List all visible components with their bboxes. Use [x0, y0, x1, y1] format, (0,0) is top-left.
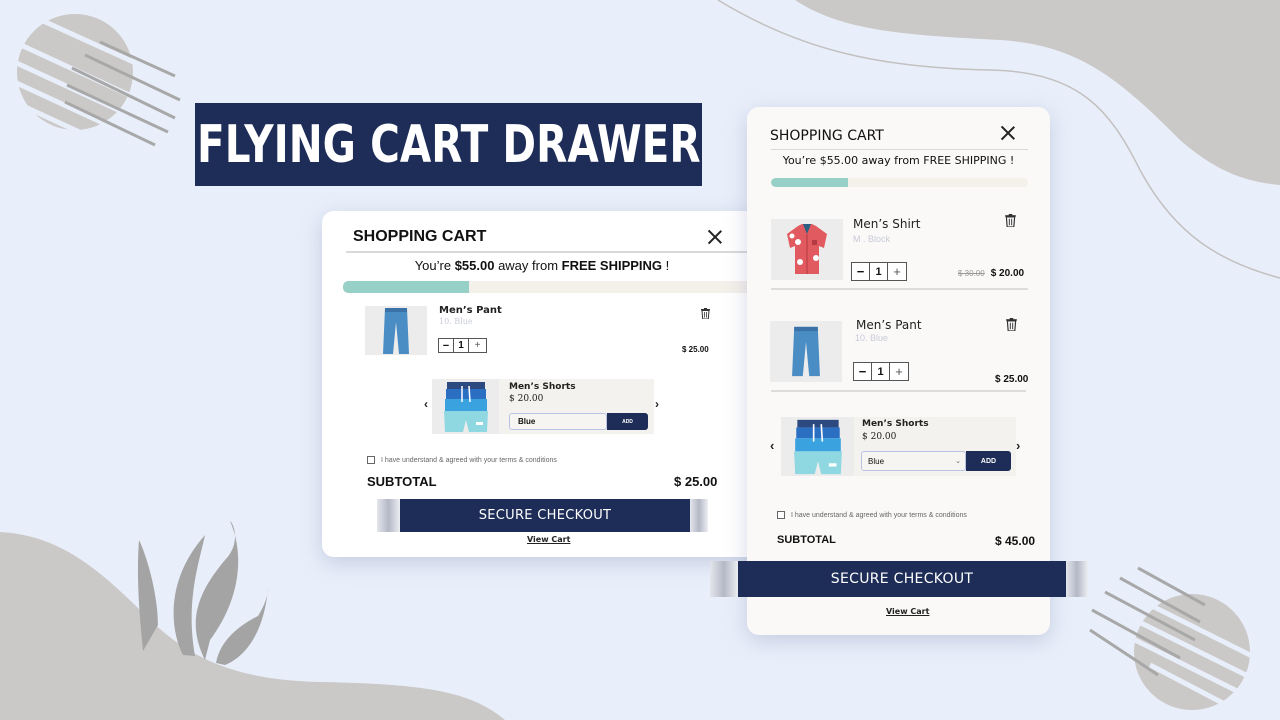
shipping-progress-bar: [771, 178, 1028, 187]
increase-button[interactable]: +: [469, 339, 486, 352]
banner-title-text: FLYING CART DRAWER: [196, 114, 701, 175]
item-price: $ 25.00: [682, 345, 709, 354]
shirt-image: [771, 219, 843, 280]
shorts-image: [432, 379, 499, 434]
upsell-next-button[interactable]: ›: [1016, 438, 1020, 453]
upsell-variant-select[interactable]: Blue ⌄: [861, 451, 966, 471]
shipping-progress-fill: [343, 281, 469, 293]
increase-button[interactable]: +: [890, 363, 908, 380]
cart-drawer-left: SHOPPING CART You’re $55.00 away from FR…: [322, 211, 762, 557]
banner-title: FLYING CART DRAWER: [195, 103, 702, 186]
terms-checkbox[interactable]: [367, 456, 375, 464]
upsell-name: Men’s Shorts: [509, 382, 576, 392]
item-old-price: $ 30.00: [958, 269, 985, 278]
upsell-card: Men’s Shorts $ 20.00 Blue ADD: [432, 379, 654, 434]
increase-button[interactable]: +: [888, 263, 906, 280]
close-icon[interactable]: [708, 230, 722, 244]
cart-title: SHOPPING CART: [770, 128, 884, 144]
upsell-next-button[interactable]: ›: [655, 397, 659, 411]
quantity-stepper[interactable]: − 1 +: [438, 338, 487, 353]
terms-checkbox-row[interactable]: I have understand & agreed with your ter…: [777, 511, 967, 519]
upsell-prev-button[interactable]: ‹: [424, 397, 428, 411]
quantity-value[interactable]: 1: [872, 363, 890, 380]
upsell-name: Men’s Shorts: [862, 419, 929, 429]
view-cart-link[interactable]: View Cart: [886, 607, 929, 616]
chevron-down-icon: ⌄: [955, 458, 961, 465]
cart-title: SHOPPING CART: [353, 228, 487, 245]
upsell-add-button[interactable]: ADD: [966, 451, 1011, 471]
shipping-progress-bar: [343, 281, 762, 293]
quantity-stepper[interactable]: − 1 +: [851, 262, 907, 281]
quantity-value[interactable]: 1: [454, 339, 469, 352]
item-sale-price: $ 20.00: [990, 268, 1025, 279]
subtotal-value: $ 25.00: [674, 474, 718, 489]
cart-drawer-right: SHOPPING CART You’re $55.00 away from FR…: [747, 107, 1050, 635]
item-variant: 10. Blue: [439, 317, 473, 326]
upsell-price: $ 20.00: [862, 432, 897, 442]
decrease-button[interactable]: −: [852, 263, 870, 280]
item-name: Men’s Pant: [439, 305, 502, 316]
terms-checkbox-row[interactable]: I have understand & agreed with your ter…: [367, 456, 557, 464]
quantity-value[interactable]: 1: [870, 263, 888, 280]
upsell-variant-select[interactable]: Blue: [509, 413, 607, 430]
subtotal-label: SUBTOTAL: [367, 474, 437, 489]
free-shipping-message: You’re $55.00 away from FREE SHIPPING !: [782, 154, 1015, 167]
pants-image: [365, 306, 427, 355]
shorts-image: [781, 417, 854, 476]
upsell-prev-button[interactable]: ‹: [770, 438, 774, 453]
shipping-progress-fill: [771, 178, 849, 187]
item-price: $ 25.00: [995, 374, 1029, 385]
secure-checkout-label[interactable]: SECURE CHECKOUT: [400, 499, 690, 532]
secure-checkout-button[interactable]: SECURE CHECKOUT: [377, 499, 708, 532]
item-name: Men’s Shirt: [853, 217, 921, 231]
trash-icon[interactable]: [1006, 318, 1017, 331]
upsell-card: Men’s Shorts $ 20.00 Blue ⌄ ADD: [781, 417, 1016, 476]
top-left-striped-circle: [8, 12, 181, 163]
trash-icon[interactable]: [1005, 214, 1016, 227]
item-divider: [771, 390, 1026, 392]
free-shipping-message: You’re $55.00 away from FREE SHIPPING !: [414, 258, 670, 273]
terms-checkbox[interactable]: [777, 511, 785, 519]
view-cart-link[interactable]: View Cart: [527, 535, 570, 544]
terms-label: I have understand & agreed with your ter…: [791, 511, 967, 519]
item-name: Men’s Pant: [856, 318, 922, 332]
secure-checkout-label[interactable]: SECURE CHECKOUT: [738, 561, 1066, 597]
pants-image: [770, 321, 842, 382]
close-icon[interactable]: [1001, 126, 1015, 140]
trash-icon[interactable]: [701, 308, 710, 319]
secure-checkout-button[interactable]: SECURE CHECKOUT: [710, 561, 1088, 597]
bottom-right-striped-circle: [1089, 566, 1262, 715]
subtotal-value: $ 45.00: [995, 534, 1036, 548]
item-variant: 10. Blue: [855, 333, 889, 343]
upsell-add-button[interactable]: ADD: [607, 413, 648, 430]
decrease-button[interactable]: −: [439, 339, 454, 352]
item-divider: [771, 288, 1028, 290]
header-divider: [771, 149, 1028, 150]
item-price: $ 30.00 $ 20.00: [958, 268, 1024, 279]
header-divider: [346, 251, 762, 253]
item-variant: M . Block: [853, 234, 891, 244]
subtotal-label: SUBTOTAL: [777, 534, 836, 546]
quantity-stepper[interactable]: − 1 +: [853, 362, 909, 381]
upsell-price: $ 20.00: [509, 394, 544, 404]
decrease-button[interactable]: −: [854, 363, 872, 380]
terms-label: I have understand & agreed with your ter…: [381, 456, 557, 464]
